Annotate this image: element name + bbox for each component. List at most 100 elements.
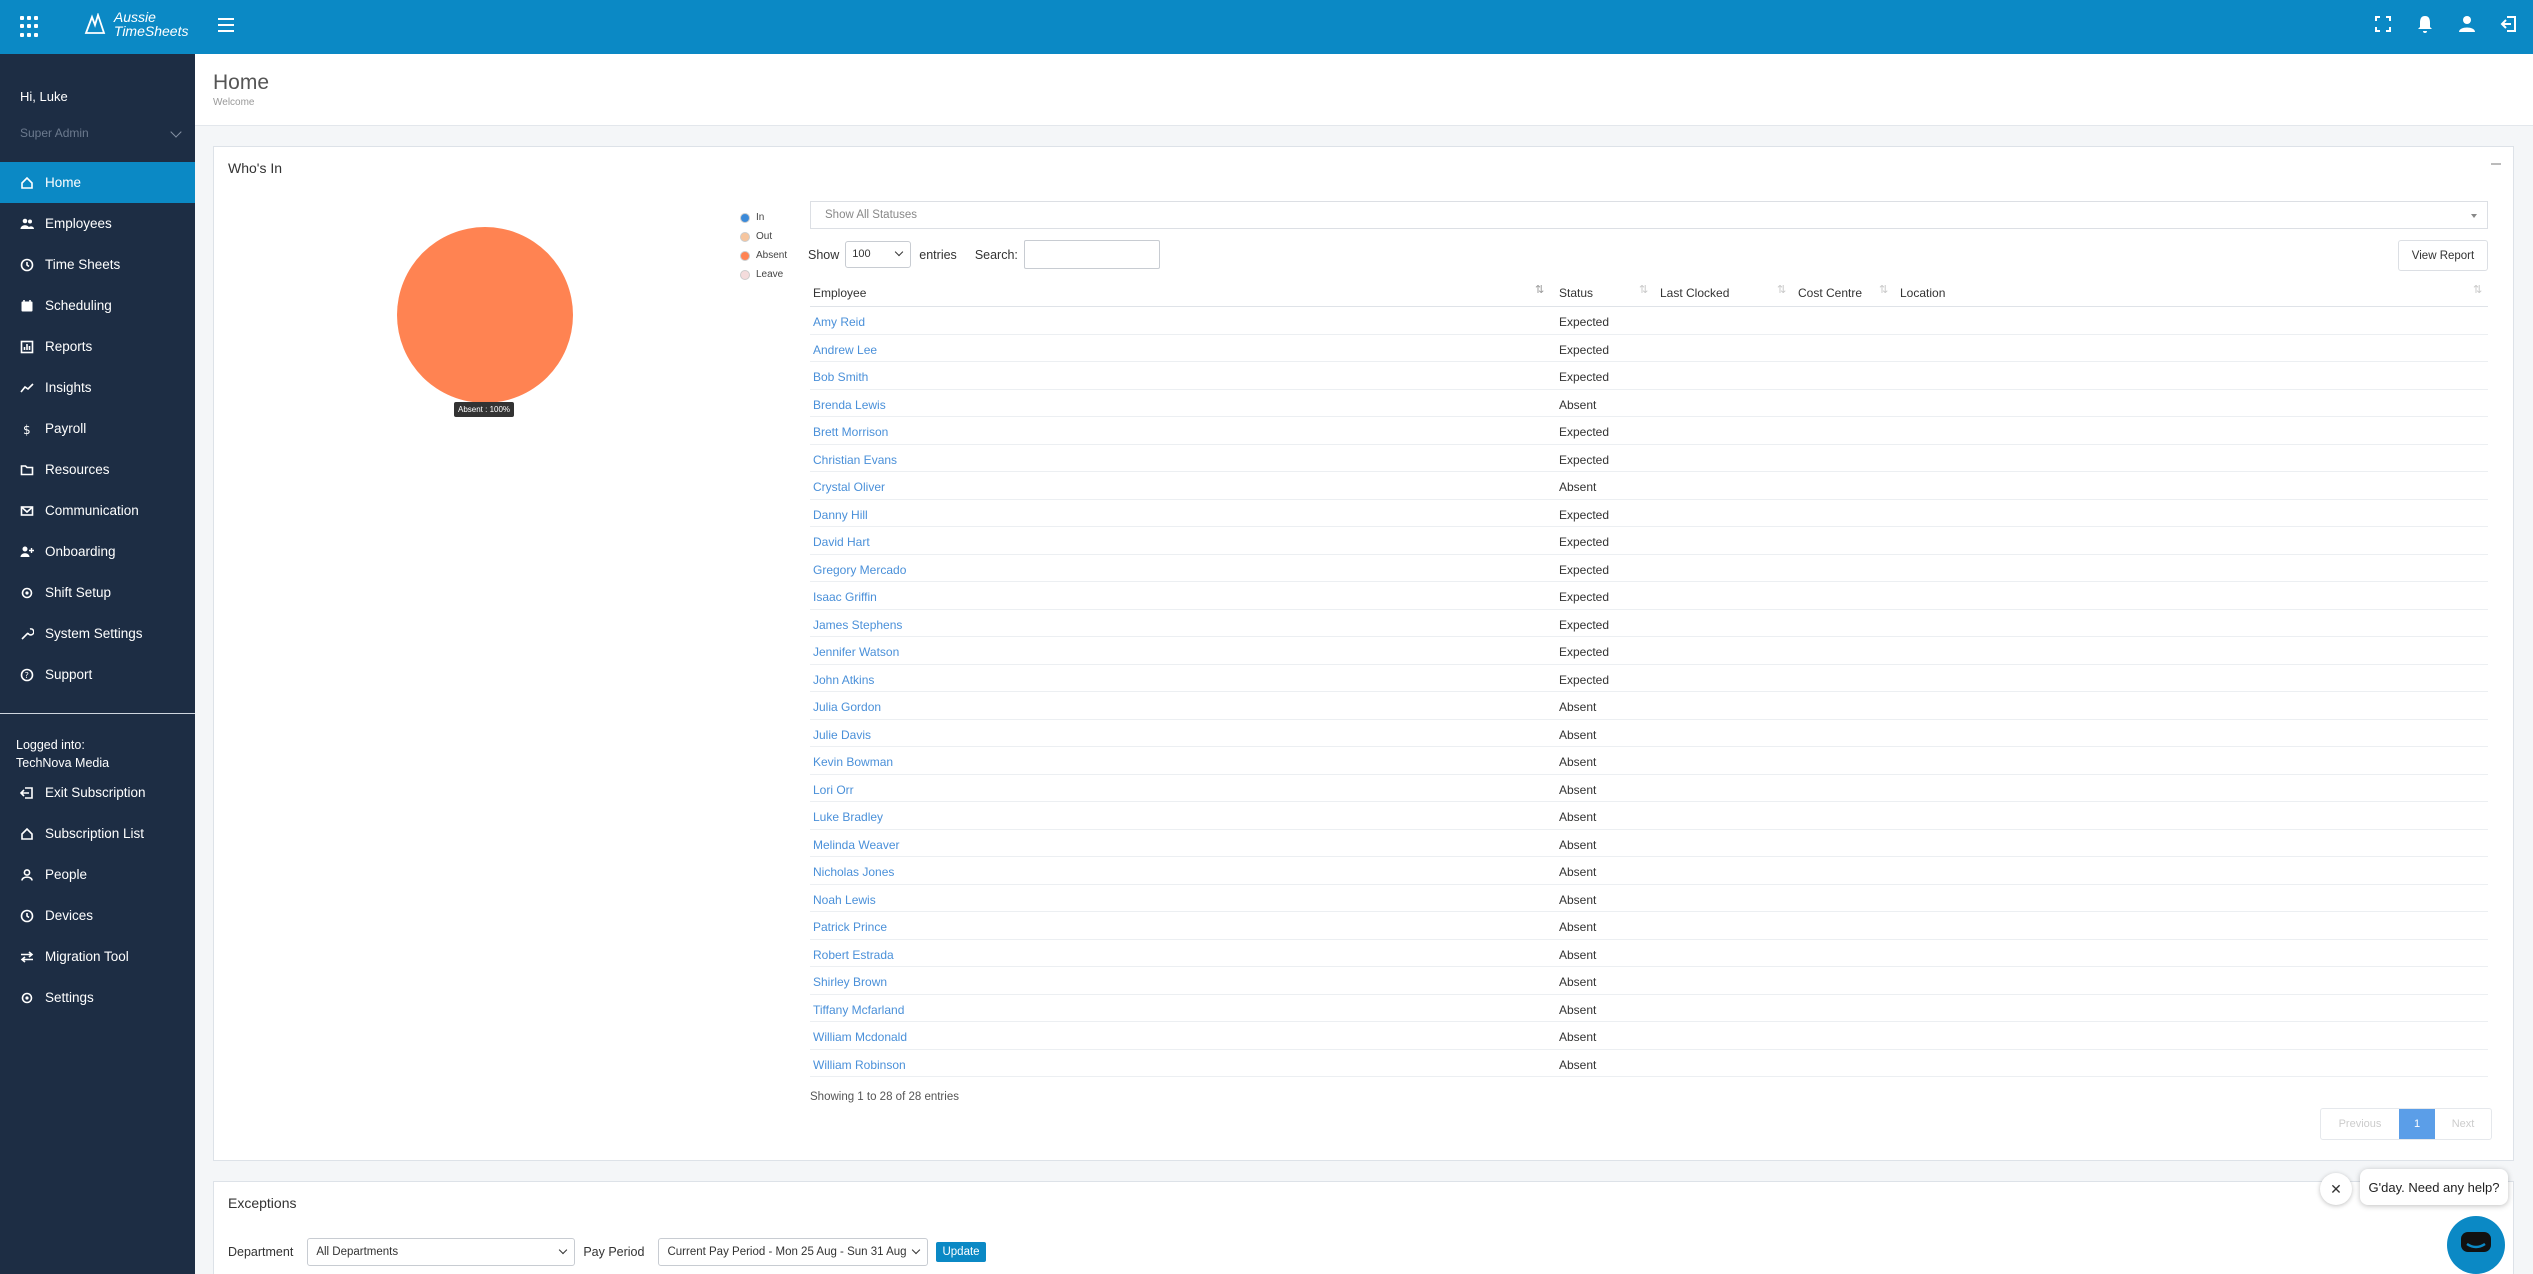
logout-icon[interactable] — [2499, 14, 2519, 34]
table-row: Brenda Lewis Absent — [810, 390, 2488, 417]
employee-link[interactable]: Kevin Bowman — [813, 755, 893, 769]
sidebar-item-home[interactable]: Home — [0, 162, 195, 203]
exceptions-title: Exceptions — [228, 1195, 297, 1211]
menu-toggle-icon[interactable] — [218, 18, 234, 32]
sidebar-item-migration-tool[interactable]: Migration Tool — [0, 936, 195, 977]
sidebar-item-exit-subscription[interactable]: Exit Subscription — [0, 772, 195, 813]
entries-control: Show 100 entries Search: — [808, 240, 1160, 269]
employee-link[interactable]: Isaac Griffin — [813, 590, 877, 604]
legend-item-absent[interactable]: Absent — [740, 246, 787, 265]
status-cell: Absent — [1559, 920, 1597, 934]
employee-link[interactable]: Julia Gordon — [813, 700, 881, 714]
sidebar-item-reports[interactable]: Reports — [0, 326, 195, 367]
employee-link[interactable]: Bob Smith — [813, 370, 868, 384]
employee-link[interactable]: Patrick Prince — [813, 920, 887, 934]
sort-icon[interactable]: ⇅ — [1879, 283, 1889, 297]
employee-link[interactable]: Noah Lewis — [813, 893, 876, 907]
table-row: Melinda Weaver Absent — [810, 830, 2488, 857]
sort-icon[interactable]: ⇅ — [1777, 283, 1787, 297]
sidebar-item-payroll[interactable]: $ Payroll — [0, 408, 195, 449]
employee-link[interactable]: James Stephens — [813, 618, 902, 632]
employee-link[interactable]: Andrew Lee — [813, 343, 877, 357]
employee-link[interactable]: Tiffany Mcfarland — [813, 1003, 904, 1017]
role-select[interactable]: Super Admin — [20, 126, 182, 140]
pie-slice-absent[interactable] — [397, 227, 573, 403]
minimize-icon[interactable] — [2491, 163, 2501, 165]
department-select[interactable]: All Departments — [307, 1238, 576, 1266]
user-greeting: Hi, Luke — [20, 89, 68, 104]
sidebar-item-subscription-list[interactable]: Subscription List — [0, 813, 195, 854]
sidebar-item-communication[interactable]: Communication — [0, 490, 195, 531]
update-button[interactable]: Update — [936, 1242, 986, 1262]
employee-link[interactable]: Jennifer Watson — [813, 645, 899, 659]
employee-link[interactable]: Gregory Mercado — [813, 563, 906, 577]
sidebar-item-support[interactable]: ? Support — [0, 654, 195, 695]
status-cell: Expected — [1559, 562, 1610, 577]
sidebar: Hi, Luke Super Admin Home Employees Time S… — [0, 54, 195, 1274]
employee-link[interactable]: Brett Morrison — [813, 425, 888, 439]
chat-launcher-button[interactable] — [2447, 1216, 2505, 1274]
pay-period-select[interactable]: Current Pay Period - Mon 25 Aug - Sun 31… — [658, 1238, 929, 1266]
sort-asc-icon[interactable]: ⇅ — [1535, 283, 1545, 297]
col-location[interactable]: Location — [1900, 286, 1945, 300]
col-cost-centre[interactable]: Cost Centre — [1798, 286, 1862, 300]
legend-item-leave[interactable]: Leave — [740, 265, 787, 284]
employee-link[interactable]: Lori Orr — [813, 783, 854, 797]
col-employee[interactable]: Employee — [813, 286, 866, 300]
employee-link[interactable]: Danny Hill — [813, 508, 868, 522]
sidebar-item-people[interactable]: People — [0, 854, 195, 895]
logo[interactable]: Aussie TimeSheets — [84, 10, 188, 38]
sidebar-item-resources[interactable]: Resources — [0, 449, 195, 490]
sidebar-item-label: Scheduling — [45, 298, 112, 313]
sort-icon[interactable]: ⇅ — [2473, 283, 2483, 297]
sidebar-item-label: System Settings — [45, 626, 143, 641]
page-1-button[interactable]: 1 — [2399, 1109, 2435, 1139]
table-row: Shirley Brown Absent — [810, 967, 2488, 995]
entries-select[interactable]: 100 — [845, 241, 912, 268]
sort-icon[interactable]: ⇅ — [1639, 283, 1649, 297]
employee-link[interactable]: Robert Estrada — [813, 948, 894, 962]
page-header: Home Welcome — [195, 54, 2533, 126]
employee-link[interactable]: Luke Bradley — [813, 810, 883, 824]
employee-link[interactable]: Julie Davis — [813, 728, 871, 742]
fullscreen-icon[interactable] — [2373, 14, 2393, 34]
sidebar-item-insights[interactable]: Insights — [0, 367, 195, 408]
sidebar-item-label: Home — [45, 175, 82, 190]
col-last-clocked[interactable]: Last Clocked — [1660, 286, 1729, 300]
employee-link[interactable]: Melinda Weaver — [813, 838, 899, 852]
employee-link[interactable]: David Hart — [813, 535, 870, 549]
sidebar-item-onboarding[interactable]: Onboarding — [0, 531, 195, 572]
status-cell: Expected — [1559, 590, 1610, 604]
employee-link[interactable]: Amy Reid — [813, 315, 865, 329]
search-input[interactable] — [1023, 240, 1160, 269]
chat-close-icon[interactable]: ✕ — [2320, 1173, 2352, 1205]
chat-bubble[interactable]: G'day. Need any help? — [2360, 1169, 2508, 1205]
employee-link[interactable]: Shirley Brown — [813, 975, 887, 989]
next-page-button[interactable]: Next — [2435, 1109, 2491, 1139]
table-row: Robert Estrada Absent — [810, 940, 2488, 967]
previous-page-button[interactable]: Previous — [2321, 1109, 2399, 1139]
apps-grid-icon[interactable] — [20, 16, 42, 38]
sidebar-item-employees[interactable]: Employees — [0, 203, 195, 244]
legend-item-out[interactable]: Out — [740, 227, 787, 246]
employee-link[interactable]: William Mcdonald — [813, 1030, 907, 1044]
employee-link[interactable]: Brenda Lewis — [813, 398, 886, 412]
sidebar-item-devices[interactable]: Devices — [0, 895, 195, 936]
bell-icon[interactable] — [2415, 14, 2435, 34]
col-status[interactable]: Status — [1559, 286, 1593, 300]
employee-link[interactable]: Nicholas Jones — [813, 865, 894, 879]
status-filter-select[interactable]: Show All Statuses — [810, 201, 2488, 229]
sidebar-item-time-sheets[interactable]: Time Sheets — [0, 244, 195, 285]
sidebar-item-settings[interactable]: Settings — [0, 977, 195, 1018]
employee-link[interactable]: William Robinson — [813, 1058, 906, 1072]
employee-link[interactable]: Christian Evans — [813, 453, 897, 467]
employee-link[interactable]: Crystal Oliver — [813, 480, 885, 494]
sidebar-item-shift-setup[interactable]: Shift Setup — [0, 572, 195, 613]
sidebar-item-scheduling[interactable]: Scheduling — [0, 285, 195, 326]
sidebar-item-system-settings[interactable]: System Settings — [0, 613, 195, 654]
legend-item-in[interactable]: In — [740, 208, 787, 227]
view-report-button[interactable]: View Report — [2398, 240, 2488, 271]
employee-link[interactable]: John Atkins — [813, 673, 874, 687]
legend-dot — [740, 250, 750, 261]
user-icon[interactable] — [2457, 14, 2477, 34]
